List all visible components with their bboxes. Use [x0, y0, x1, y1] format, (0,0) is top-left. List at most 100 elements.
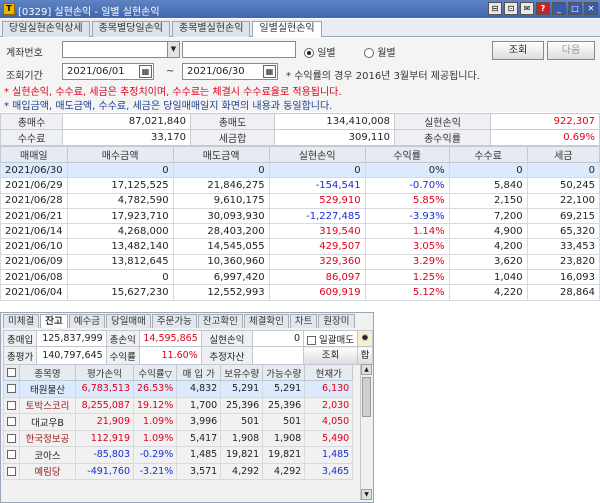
radio-monthly-dot[interactable]: [364, 48, 374, 58]
row-select-cell[interactable]: [3, 413, 20, 431]
col-eval-pnl[interactable]: 평가손익: [75, 364, 134, 381]
hold-qty-cell: 501: [220, 413, 264, 431]
row-checkbox[interactable]: [7, 450, 16, 460]
tab-daily-realized-detail[interactable]: 당일실현손익상세: [2, 21, 90, 37]
holdings-scrollbar[interactable]: ▲ ▼: [360, 364, 372, 500]
tab-balance[interactable]: 잔고: [40, 314, 68, 328]
sum-button[interactable]: 합: [357, 346, 373, 365]
col-stock-name[interactable]: 종목명: [19, 364, 76, 381]
col-current-price[interactable]: 현재가: [304, 364, 354, 381]
row-select-cell[interactable]: [3, 429, 20, 447]
balance-search-button[interactable]: 조회: [303, 346, 358, 365]
realized-value: 0: [252, 330, 304, 347]
table-row[interactable]: 대교우B 21,909 1.09% 3,996 501 501 4,050: [3, 413, 354, 431]
sell-amount-cell: 0: [172, 161, 270, 179]
close-icon[interactable]: ✕: [584, 2, 598, 15]
bulk-sell-toggle[interactable]: 일괄매도: [303, 330, 358, 347]
col-sell-amount[interactable]: 매도금액: [172, 146, 270, 163]
col-hold-qty[interactable]: 보유수량: [220, 364, 264, 381]
calendar-icon[interactable]: ▦: [263, 65, 276, 78]
chevron-down-icon[interactable]: ▼: [167, 42, 179, 57]
trade-date-cell: 2021/06/14: [0, 223, 68, 240]
holdings-body: 태원물산 6,783,513 26.53% 4,832 5,291 5,291 6,130 토…: [3, 380, 354, 480]
tab-deposit[interactable]: 예수금: [68, 314, 105, 328]
estimated-asset-label: 추정자산: [200, 346, 254, 365]
table-row[interactable]: 2021/06/08 0 6,997,420 86,097 1.25% 1,040 16,0…: [0, 269, 600, 286]
tab-stock-realized-pnl[interactable]: 종목별실현손익: [172, 21, 251, 37]
table-row[interactable]: 2021/06/10 13,482,140 14,545,055 429,507 3.0…: [0, 238, 600, 255]
search-button[interactable]: 조회: [492, 41, 544, 60]
table-row[interactable]: 2021/06/21 17,923,710 30,093,930 -1,227,485…: [0, 207, 600, 225]
row-checkbox[interactable]: [7, 466, 16, 476]
row-select-cell[interactable]: [3, 446, 20, 464]
scroll-down-icon[interactable]: ▼: [361, 489, 372, 500]
col-fee[interactable]: 수수료: [448, 146, 528, 163]
table-row[interactable]: 2021/06/14 4,268,000 28,403,200 319,540 1.14…: [0, 223, 600, 240]
col-rate[interactable]: 수익률▽: [132, 364, 178, 381]
account-number-select[interactable]: ▼: [62, 41, 180, 58]
calendar-icon[interactable]: ▦: [139, 65, 152, 78]
scroll-up-icon[interactable]: ▲: [361, 364, 372, 375]
col-realized-pnl[interactable]: 실현손익: [268, 146, 366, 163]
link-icon[interactable]: ⊡: [504, 2, 518, 15]
help-icon[interactable]: ?: [536, 2, 550, 15]
select-all-checkbox[interactable]: [7, 368, 16, 377]
radio-daily-dot[interactable]: [304, 48, 314, 58]
radio-daily[interactable]: 일별: [304, 44, 336, 59]
table-row[interactable]: 한국정보공 112,919 1.09% 5,417 1,908 1,908 5,490: [3, 429, 354, 447]
table-row[interactable]: 태원물산 6,783,513 26.53% 4,832 5,291 5,291 6,130: [3, 380, 354, 398]
table-row[interactable]: 2021/06/09 13,812,645 10,360,960 329,360 3.2…: [0, 253, 600, 271]
next-button[interactable]: 다음: [547, 41, 595, 60]
tab-chart[interactable]: 차트: [289, 314, 318, 328]
row-checkbox[interactable]: [7, 417, 16, 427]
radio-monthly[interactable]: 월별: [364, 44, 396, 59]
table-row[interactable]: 2021/06/29 17,125,525 21,846,275 -154,541 -0…: [0, 177, 600, 194]
scroll-thumb[interactable]: [362, 377, 371, 417]
table-row[interactable]: 2021/06/04 15,627,230 12,552,993 609,919 5.1…: [0, 284, 600, 301]
realized-pnl-cell: 429,507: [268, 238, 366, 255]
notice-estimates: * 실현손익, 수수료, 세금은 추정치이며, 수수료는 체결시 수수료율로 적…: [4, 87, 342, 98]
layout-icon[interactable]: ⊟: [488, 2, 502, 15]
return-rate-cell: 3.29%: [364, 253, 450, 271]
table-row[interactable]: 토박스코리 8,255,087 19.12% 1,700 25,396 25,396 2,0…: [3, 396, 354, 414]
balance-tabs: 미체결 잔고 예수금 당일매매 주문가능 잔고확인 체결확인 차트 원장미: [3, 314, 356, 328]
tab-daily-realized-pnl[interactable]: 일별실현손익: [252, 21, 322, 37]
tab-orderable[interactable]: 주문가능: [151, 314, 197, 328]
row-select-cell[interactable]: [3, 462, 20, 480]
fee-cell: 4,200: [448, 238, 528, 255]
row-checkbox[interactable]: [7, 400, 16, 410]
sell-amount-cell: 9,610,175: [172, 192, 270, 209]
table-row[interactable]: 2021/06/30 0 0 0 0% 0 0: [0, 161, 600, 179]
col-select[interactable]: [3, 364, 20, 381]
col-avg-price[interactable]: 매 입 가: [176, 364, 222, 381]
date-to-input[interactable]: 2021/06/30 ▦: [182, 63, 278, 80]
col-return-rate[interactable]: 수익률: [364, 146, 450, 163]
period-label: 조회기간: [6, 71, 43, 82]
balance-summary-row: 총매입 125,837,999 총손익 14,595,865 실현손익 0 일괄…: [2, 330, 373, 347]
tab-stock-daily-pnl[interactable]: 종목별당일손익: [91, 21, 171, 37]
bulk-sell-checkbox[interactable]: [307, 335, 316, 345]
col-buy-amount[interactable]: 매수금액: [66, 146, 174, 163]
col-tax[interactable]: 세금: [526, 146, 600, 163]
row-select-cell[interactable]: [3, 396, 20, 414]
tax-cell: 22,100: [526, 192, 600, 209]
tab-ledger[interactable]: 원장미: [318, 314, 355, 328]
table-row[interactable]: 2021/06/28 4,782,590 9,610,175 529,910 5.85%…: [0, 192, 600, 209]
tab-unfilled[interactable]: 미체결: [3, 314, 40, 328]
minimize-icon[interactable]: _: [552, 2, 566, 15]
table-row[interactable]: 예림당 -491,760 -3.21% 3,571 4,292 4,292 3,465: [3, 462, 354, 480]
maximize-icon[interactable]: □: [568, 2, 582, 15]
gear-icon[interactable]: ✹: [357, 330, 373, 347]
tab-fill-check[interactable]: 체결확인: [243, 314, 289, 328]
row-checkbox[interactable]: [7, 384, 16, 394]
mail-icon[interactable]: ✉: [520, 2, 534, 15]
col-avail-qty[interactable]: 가능수량: [262, 364, 306, 381]
date-from-input[interactable]: 2021/06/01 ▦: [62, 63, 154, 80]
eval-pnl-cell: 8,255,087: [75, 396, 134, 414]
col-trade-date[interactable]: 매매일: [0, 146, 68, 163]
row-checkbox[interactable]: [7, 433, 16, 443]
tab-balance-check[interactable]: 잔고확인: [197, 314, 243, 328]
table-row[interactable]: 코아스 -85,803 -0.29% 1,485 19,821 19,821 1,485: [3, 446, 354, 464]
tab-today-trades[interactable]: 당일매매: [105, 314, 151, 328]
row-select-cell[interactable]: [3, 380, 20, 398]
